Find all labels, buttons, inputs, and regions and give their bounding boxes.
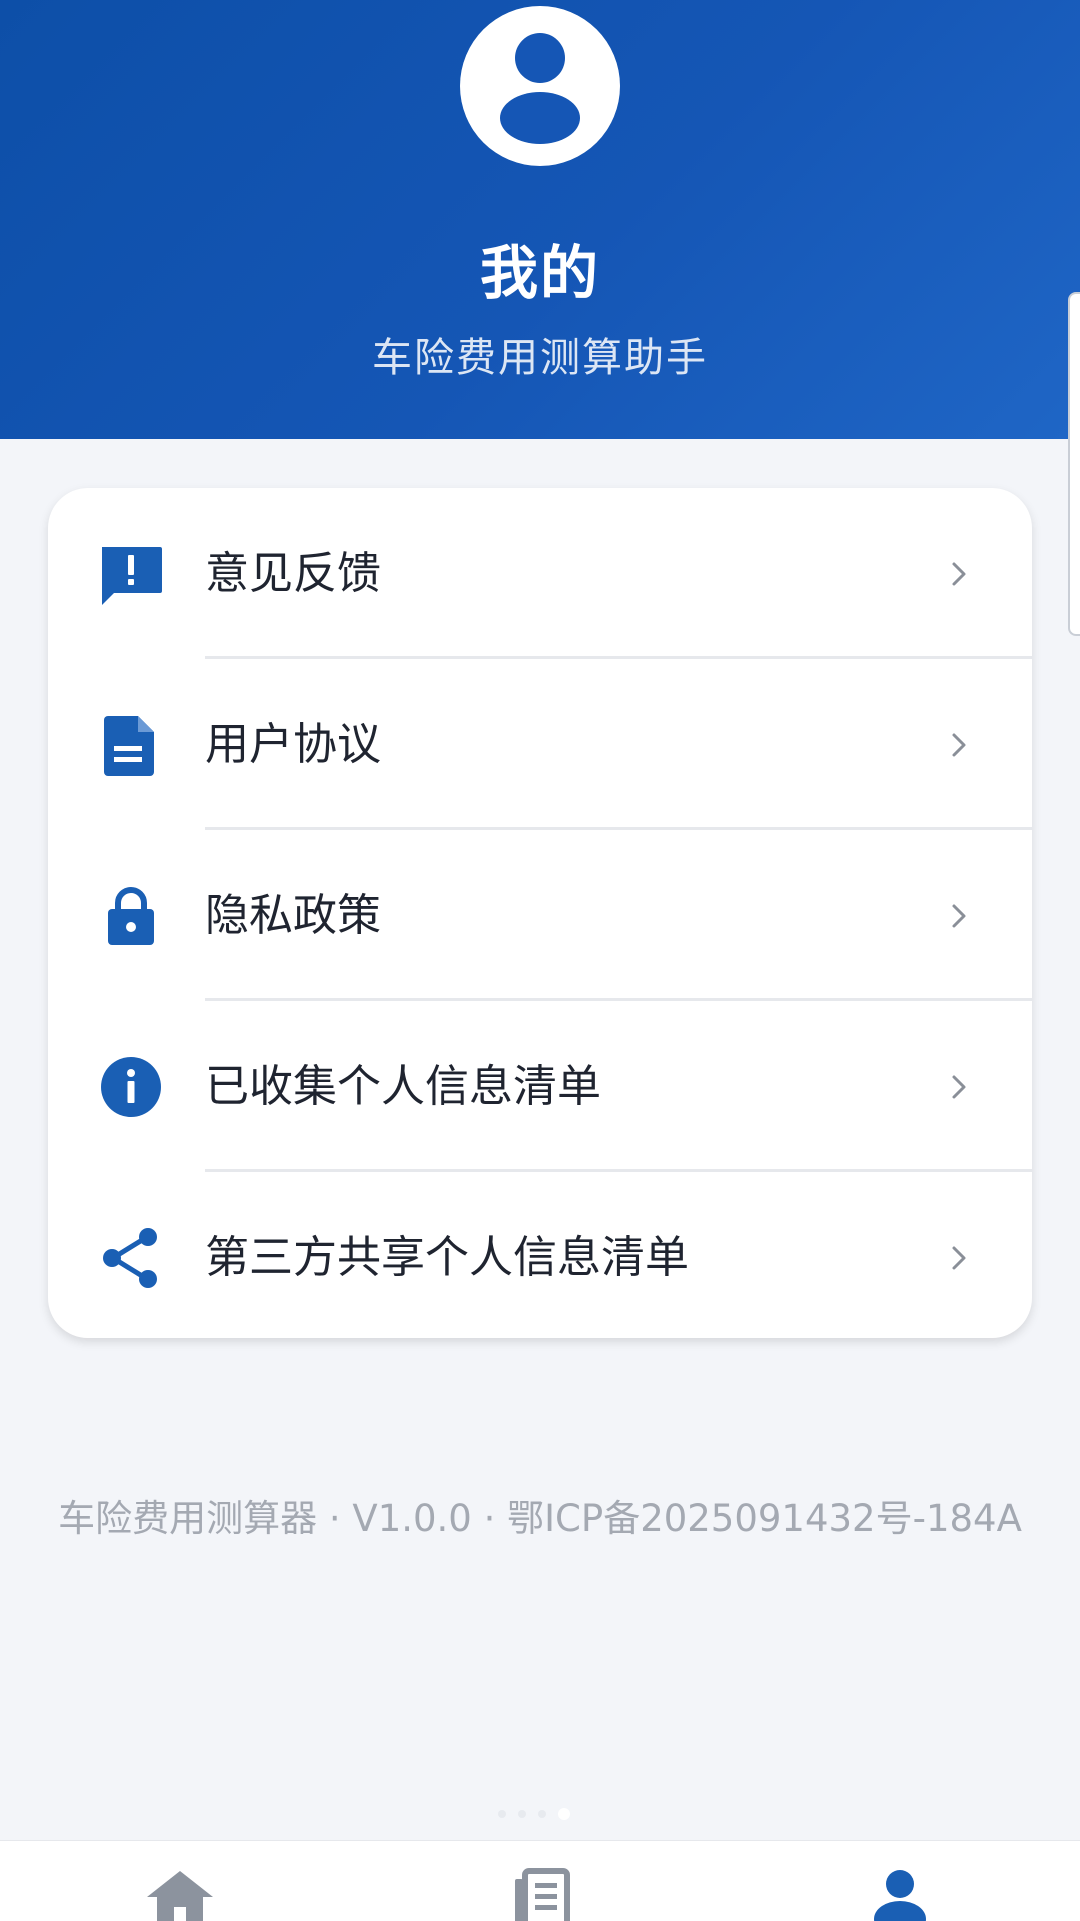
chevron-right-icon xyxy=(944,1071,974,1103)
bottom-navigation xyxy=(0,1840,1080,1921)
page-indicator xyxy=(498,1808,582,1820)
menu-item-label: 第三方共享个人信息清单 xyxy=(205,1232,689,1283)
menu-item-label: 隐私政策 xyxy=(205,890,381,941)
page-dot xyxy=(498,1810,506,1818)
page-dot xyxy=(518,1810,526,1818)
page-title: 我的 xyxy=(479,239,600,307)
menu-item-privacy-policy[interactable]: 隐私政策 xyxy=(48,830,1032,1001)
nav-home[interactable] xyxy=(135,1867,225,1921)
lock-icon xyxy=(100,885,162,947)
menu-card: 意见反馈 用户协议 隐私政策 已收集个人信息清单 第三方共享个人信息清单 xyxy=(48,488,1032,1338)
menu-item-collected-info[interactable]: 已收集个人信息清单 xyxy=(48,1001,1032,1172)
chevron-right-icon xyxy=(944,729,974,761)
page-dot-active xyxy=(558,1808,570,1820)
menu-item-feedback[interactable]: 意见反馈 xyxy=(48,488,1032,659)
page-dot xyxy=(538,1810,546,1818)
menu-item-third-party-sharing[interactable]: 第三方共享个人信息清单 xyxy=(48,1172,1032,1338)
menu-item-label: 意见反馈 xyxy=(205,548,381,599)
menu-item-user-agreement[interactable]: 用户协议 xyxy=(48,659,1032,830)
menu-item-label: 已收集个人信息清单 xyxy=(205,1061,601,1112)
scroll-indicator[interactable] xyxy=(1068,292,1080,636)
chevron-right-icon xyxy=(944,1242,974,1274)
menu-item-label: 用户协议 xyxy=(205,719,381,770)
news-icon xyxy=(495,1867,585,1921)
profile-header: 我的 车险费用测算助手 xyxy=(0,0,1080,439)
nav-news[interactable] xyxy=(495,1867,585,1921)
chevron-right-icon xyxy=(944,900,974,932)
avatar-icon[interactable] xyxy=(460,6,620,166)
profile-icon xyxy=(855,1867,945,1921)
app-version-footer: 车险费用测算器 · V1.0.0 · 鄂ICP备2025091432号-184A xyxy=(58,1497,1022,1540)
chevron-right-icon xyxy=(944,558,974,590)
info-icon xyxy=(100,1056,162,1118)
page-subtitle: 车险费用测算助手 xyxy=(372,335,708,381)
document-icon xyxy=(100,714,162,776)
home-icon xyxy=(135,1867,225,1921)
nav-profile[interactable] xyxy=(855,1867,945,1921)
share-icon xyxy=(100,1227,162,1289)
feedback-icon xyxy=(100,543,162,605)
